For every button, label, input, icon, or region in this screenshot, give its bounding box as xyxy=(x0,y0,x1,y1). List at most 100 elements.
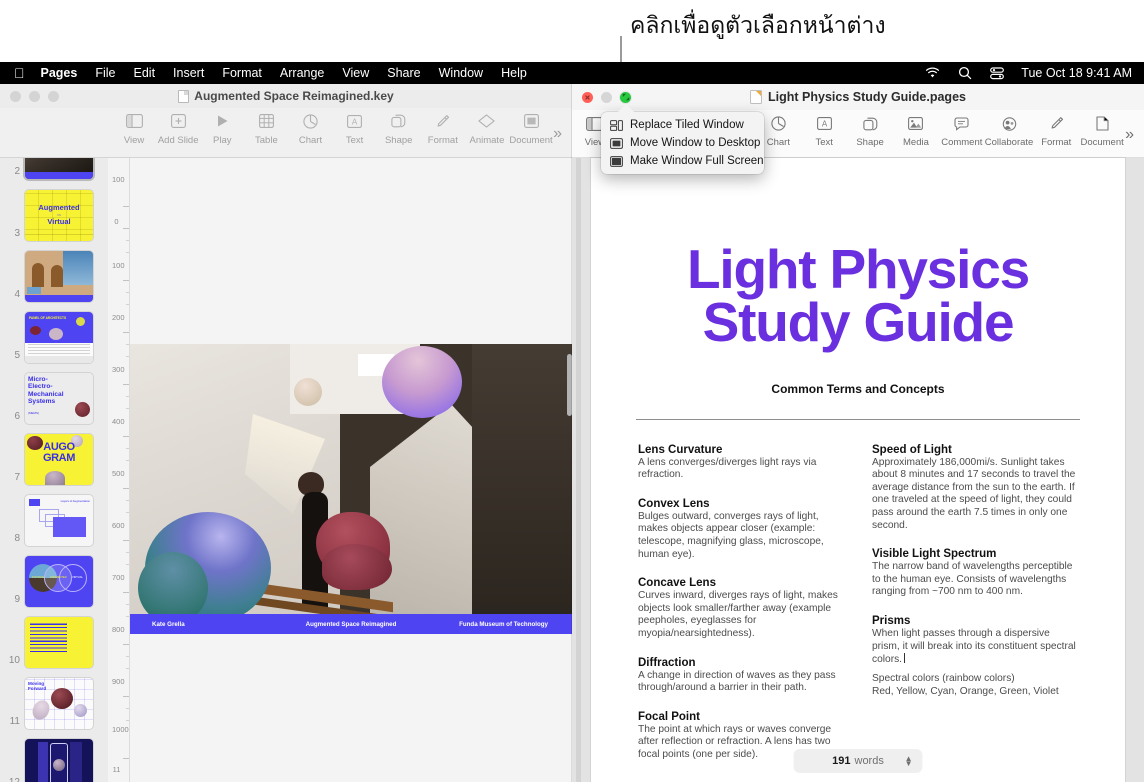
slide-thumbnail[interactable] xyxy=(25,739,93,782)
toolbar-button-play[interactable]: Play xyxy=(200,110,244,146)
media-icon xyxy=(908,113,924,134)
toolbar-button-table[interactable]: Table xyxy=(244,110,288,146)
slide-thumbnail-item[interactable]: 9 PHYSICAL AUGMENTED VIRTUAL xyxy=(0,556,93,607)
slide-thumbnail[interactable] xyxy=(25,617,93,668)
thumb-text: Virtual xyxy=(47,217,71,226)
slide-thumbnail[interactable] xyxy=(25,158,93,179)
toolbar-label: Animate xyxy=(469,135,505,146)
keynote-minimize-button[interactable] xyxy=(29,90,40,102)
slide-thumbnail[interactable]: Micro- Electro- Mechanical Systems (MEMS… xyxy=(25,373,93,424)
chevron-double-right-icon[interactable]: » xyxy=(553,125,562,143)
slide-thumbnail[interactable]: PHYSICAL AUGMENTED VIRTUAL xyxy=(25,556,93,607)
window-options-menu[interactable]: Replace Tiled Window Move Window to Desk… xyxy=(601,112,764,174)
menu-item-arrange[interactable]: Arrange xyxy=(280,66,324,80)
toolbar-button-format[interactable]: Format xyxy=(1033,113,1079,148)
slide-thumbnail-item[interactable]: 6 Micro- Electro- Mechanical Systems (ME… xyxy=(0,373,93,424)
menu-item-share[interactable]: Share xyxy=(387,66,420,80)
slide-canvas[interactable]: Kate Grella Augmented Space Reimagined F… xyxy=(130,158,572,782)
ruler-label: 900 xyxy=(112,677,125,686)
chevron-double-right-icon[interactable]: » xyxy=(1125,126,1134,144)
keynote-close-button[interactable] xyxy=(10,90,21,102)
menu-item-help[interactable]: Help xyxy=(501,66,527,80)
pages-title-bar[interactable]: Light Physics Study Guide.pages xyxy=(572,84,1144,110)
word-count-badge[interactable]: 191 words ▲ ▼ xyxy=(794,750,922,772)
toolbar-button-shape[interactable]: Shape xyxy=(847,113,893,148)
menu-item-make-window-full-screen[interactable]: Make Window Full Screen xyxy=(601,152,764,170)
slide-navigator[interactable]: 2 3 Augmented vs Virtual 4 5 PANEL OF AR… xyxy=(0,158,108,782)
toolbar-button-format[interactable]: Format xyxy=(421,110,465,146)
screen: คลิกเพื่อดูตัวเลือกหน้าต่าง  Pages File… xyxy=(0,0,1144,782)
slide-wrapper: Kate Grella Augmented Space Reimagined F… xyxy=(130,158,572,782)
slide-thumbnail[interactable]: Augmented vs Virtual xyxy=(25,190,93,241)
document-title-line1: Light Physics xyxy=(687,238,1030,300)
menu-item-file[interactable]: File xyxy=(95,66,115,80)
current-slide[interactable]: Kate Grella Augmented Space Reimagined F… xyxy=(130,344,572,634)
slide-number: 4 xyxy=(14,289,20,300)
thumb-text: PANEL OF ARCHITECTS xyxy=(29,316,67,320)
search-icon[interactable] xyxy=(957,66,972,81)
menu-item-insert[interactable]: Insert xyxy=(173,66,204,80)
wifi-icon[interactable] xyxy=(925,66,940,81)
control-center-icon[interactable] xyxy=(989,66,1004,81)
apple-menu-icon[interactable]:  xyxy=(14,66,25,80)
menu-item-app[interactable]: Pages xyxy=(41,66,78,80)
toolbar-button-text[interactable]: A Text xyxy=(801,113,847,148)
slide-thumbnail[interactable]: Layers of Augmentation xyxy=(25,495,93,546)
thumb-text: Electro- xyxy=(28,383,53,391)
toolbar-button-media[interactable]: Media xyxy=(893,113,939,148)
close-button[interactable] xyxy=(582,91,593,103)
document-page[interactable]: Light Physics Study Guide Common Terms a… xyxy=(591,158,1125,782)
thumb-text: GRAM xyxy=(42,452,75,464)
slide-thumbnail[interactable] xyxy=(25,251,93,302)
toolbar-button-document[interactable]: Document xyxy=(1079,113,1125,148)
toolbar-button-comment[interactable]: Comment xyxy=(939,113,985,148)
toolbar-label: Media xyxy=(903,137,929,148)
slide-thumbnail-item[interactable]: 2 xyxy=(0,158,93,179)
stepper-icon[interactable]: ▲ ▼ xyxy=(905,755,913,768)
menu-item-replace-tiled-window[interactable]: Replace Tiled Window xyxy=(601,116,764,134)
minimize-button[interactable] xyxy=(601,91,612,103)
fullscreen-button[interactable] xyxy=(620,91,631,103)
keynote-doc-icon xyxy=(178,89,190,103)
pages-title: Light Physics Study Guide.pages xyxy=(572,84,1144,110)
toolbar-button-view[interactable]: View xyxy=(112,110,156,146)
menu-item-edit[interactable]: Edit xyxy=(134,66,156,80)
toolbar-button-collaborate[interactable]: Collaborate xyxy=(985,113,1033,148)
slide-thumbnail-item[interactable]: 10 xyxy=(0,617,93,668)
toolbar-label: Document xyxy=(1080,137,1124,148)
menu-item-move-window-to-desktop[interactable]: Move Window to Desktop xyxy=(601,134,764,152)
ruler-label: 11 xyxy=(112,765,121,774)
toolbar-button-text[interactable]: A Text xyxy=(333,110,377,146)
menu-item-format[interactable]: Format xyxy=(222,66,262,80)
keynote-fullscreen-button[interactable] xyxy=(48,90,59,102)
slide-thumbnail[interactable]: PANEL OF ARCHITECTS xyxy=(25,312,93,363)
keynote-title-bar[interactable]: Augmented Space Reimagined.key xyxy=(0,84,572,108)
toolbar-button-document[interactable]: Document xyxy=(509,110,553,146)
menu-item-window[interactable]: Window xyxy=(439,66,483,80)
document-title: Light Physics Study Guide xyxy=(591,158,1125,350)
slide-thumbnail-item[interactable]: 12 xyxy=(0,739,93,782)
document-columns: Lens Curvature A lens converges/diverges… xyxy=(591,420,1125,762)
toolbar-button-add-slide[interactable]: Add Slide xyxy=(156,110,200,146)
slide-thumbnail-item[interactable]: 3 Augmented vs Virtual xyxy=(0,190,93,241)
ruler-label: 800 xyxy=(112,625,125,634)
slide-thumbnail-item[interactable]: 7 AUGO GRAM xyxy=(0,434,93,485)
toolbar-button-animate[interactable]: Animate xyxy=(465,110,509,146)
pages-scroll-gutter[interactable] xyxy=(576,158,581,782)
slide-number: 9 xyxy=(14,594,20,605)
slide-thumbnail-item[interactable]: 11 Moving Forward xyxy=(0,678,93,729)
toolbar-button-shape[interactable]: Shape xyxy=(377,110,421,146)
toolbar-label: Chart xyxy=(766,137,790,148)
menu-item-view[interactable]: View xyxy=(342,66,369,80)
thumb-text: (MEMS) xyxy=(28,411,39,415)
slide-thumbnail[interactable]: Moving Forward xyxy=(25,678,93,729)
slide-thumbnail-item[interactable]: 4 xyxy=(0,251,93,302)
slide-number: 10 xyxy=(8,655,20,666)
menu-bar-clock[interactable]: Tue Oct 18 9:41 AM xyxy=(1021,66,1132,80)
toolbar-button-chart[interactable]: Chart xyxy=(288,110,332,146)
slide-number: 6 xyxy=(14,411,20,422)
slide-thumbnail[interactable]: AUGO GRAM xyxy=(25,434,93,485)
slide-thumbnail-item[interactable]: 5 PANEL OF ARCHITECTS xyxy=(0,312,93,363)
keynote-title: Augmented Space Reimagined.key xyxy=(0,84,572,108)
slide-thumbnail-item[interactable]: 8 Layers of Augmentation xyxy=(0,495,93,546)
